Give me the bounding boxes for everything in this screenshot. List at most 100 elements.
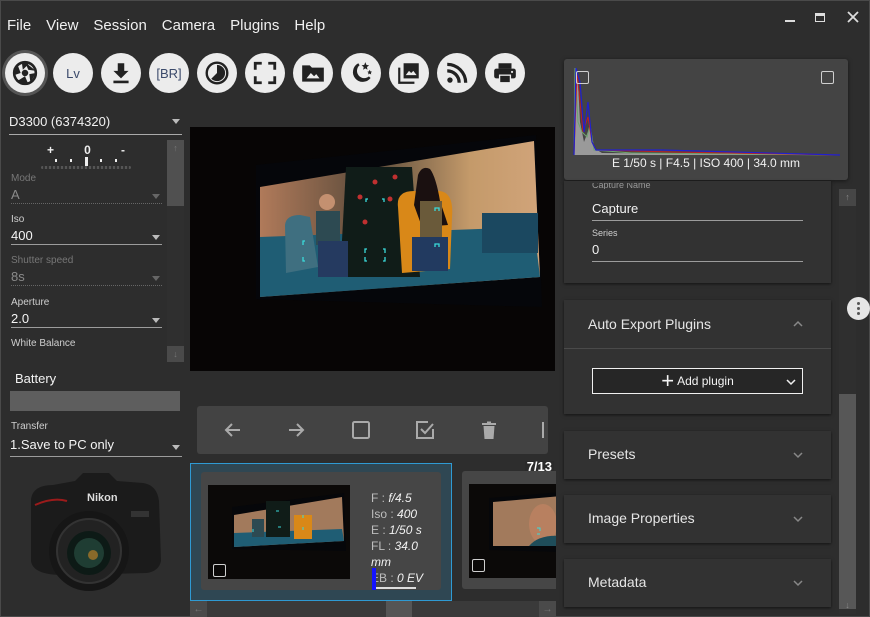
wireless-button[interactable] bbox=[437, 53, 477, 93]
close-button[interactable] bbox=[841, 7, 865, 27]
ev-plus-label: + bbox=[47, 143, 55, 157]
properties-scrollbar[interactable]: ↑ ↓ bbox=[167, 140, 184, 362]
metadata-panel[interactable]: Metadata bbox=[564, 559, 831, 607]
series-field[interactable]: Series 0 bbox=[592, 228, 803, 262]
select-button[interactable] bbox=[413, 418, 437, 442]
plus-icon: + bbox=[661, 368, 675, 393]
printer-icon bbox=[494, 63, 516, 84]
fullscreen-button[interactable] bbox=[245, 53, 285, 93]
scroll-up-icon[interactable]: ↑ bbox=[167, 140, 184, 156]
moon-stars-icon bbox=[352, 62, 373, 82]
live-view-button[interactable]: Lv bbox=[53, 53, 93, 93]
thumbnail-checkbox[interactable] bbox=[213, 564, 226, 577]
close-icon bbox=[847, 11, 859, 23]
iso-value: 400 bbox=[397, 507, 418, 521]
minimize-button[interactable] bbox=[778, 7, 802, 27]
image-properties-panel[interactable]: Image Properties bbox=[564, 495, 831, 543]
aperture-value: 2.0 bbox=[11, 311, 30, 326]
iso-select[interactable]: Iso 400 bbox=[11, 214, 162, 245]
thumbnail-card[interactable]: F : f/4.5 Iso : 400 E : 1/50 s FL : 34.0… bbox=[201, 472, 441, 590]
download-button[interactable] bbox=[101, 53, 141, 93]
thumbnail-scrollbar[interactable]: ← → bbox=[190, 601, 556, 617]
thumbnail-image bbox=[208, 485, 350, 579]
trash-icon bbox=[482, 421, 496, 439]
scrollbar-thumb[interactable] bbox=[386, 601, 412, 617]
add-plugin-label: Add plugin bbox=[677, 374, 734, 388]
gallery-button[interactable] bbox=[389, 53, 429, 93]
next-button[interactable] bbox=[284, 418, 308, 442]
presets-panel[interactable]: Presets bbox=[564, 431, 831, 479]
print-button[interactable] bbox=[485, 53, 525, 93]
image-properties-title: Image Properties bbox=[588, 510, 695, 526]
scroll-left-icon[interactable]: ← bbox=[190, 601, 207, 617]
auto-export-title[interactable]: Auto Export Plugins bbox=[588, 316, 711, 332]
download-icon bbox=[113, 63, 129, 84]
histogram-right-checkbox[interactable] bbox=[821, 71, 834, 84]
transfer-select[interactable]: 1.Save to PC only bbox=[10, 435, 182, 457]
chevron-down-icon bbox=[152, 276, 160, 281]
add-plugin-button[interactable]: + Add plugin bbox=[592, 368, 803, 394]
aperture-label: Aperture bbox=[11, 297, 50, 308]
open-folder-button[interactable] bbox=[293, 53, 333, 93]
minimize-icon bbox=[785, 20, 795, 22]
delete-button[interactable] bbox=[477, 418, 501, 442]
transfer-label: Transfer bbox=[11, 421, 48, 432]
more-options-button[interactable] bbox=[847, 297, 870, 320]
thumbnail-checkbox[interactable] bbox=[472, 559, 485, 572]
menu-view[interactable]: View bbox=[46, 17, 78, 34]
live-preview-image bbox=[190, 127, 555, 371]
histogram-left-checkbox[interactable] bbox=[576, 71, 589, 84]
thumbnail-histogram bbox=[372, 568, 416, 590]
thumbnail-selected-frame[interactable]: F : f/4.5 Iso : 400 E : 1/50 s FL : 34.0… bbox=[190, 463, 452, 601]
camera-select[interactable]: D3300 (6374320) bbox=[9, 109, 182, 135]
menu-bar: File View Session Camera Plugins Help bbox=[7, 17, 325, 34]
capture-button[interactable] bbox=[5, 53, 45, 93]
aperture-value: f/4.5 bbox=[388, 491, 412, 505]
menu-plugins[interactable]: Plugins bbox=[230, 17, 279, 34]
bracketing-label: [BR] bbox=[156, 65, 182, 81]
maximize-button[interactable] bbox=[808, 7, 832, 27]
session-panel: Capture Name Capture Series 0 bbox=[564, 181, 831, 283]
astro-button[interactable] bbox=[341, 53, 381, 93]
unselect-button[interactable] bbox=[349, 418, 373, 442]
fullscreen-icon bbox=[253, 61, 277, 85]
series-input[interactable]: 0 bbox=[592, 240, 803, 262]
exposure-scale: + 0 - bbox=[41, 143, 131, 169]
image-nav-toolbar bbox=[197, 406, 548, 454]
white-balance-label: White Balance bbox=[11, 338, 76, 349]
ev-scale-bar bbox=[41, 166, 131, 169]
svg-text:Nikon: Nikon bbox=[87, 492, 118, 504]
previous-button[interactable] bbox=[221, 418, 245, 442]
menu-help[interactable]: Help bbox=[294, 17, 325, 34]
capture-name-field[interactable]: Capture Name Capture bbox=[592, 183, 803, 221]
menu-file[interactable]: File bbox=[7, 17, 31, 34]
aperture-select[interactable]: Aperture 2.0 bbox=[11, 297, 162, 328]
chevron-down-icon[interactable] bbox=[793, 578, 803, 588]
capture-name-input[interactable]: Capture bbox=[592, 199, 803, 221]
chevron-down-icon bbox=[172, 445, 180, 450]
bracketing-button[interactable]: [BR] bbox=[149, 53, 189, 93]
chevron-down-icon[interactable] bbox=[793, 514, 803, 524]
scroll-down-icon[interactable]: ↓ bbox=[839, 597, 856, 614]
menu-camera[interactable]: Camera bbox=[162, 17, 215, 34]
chevron-up-icon[interactable] bbox=[793, 319, 803, 329]
photo-library-icon bbox=[398, 63, 419, 84]
scrollbar-thumb[interactable] bbox=[839, 394, 856, 609]
right-panel-scrollbar[interactable]: ↑ ↓ bbox=[839, 189, 856, 614]
chevron-down-icon[interactable] bbox=[793, 450, 803, 460]
thumbnail-card[interactable] bbox=[462, 471, 556, 589]
camera-image: Nikon bbox=[31, 473, 161, 591]
scroll-up-icon[interactable]: ↑ bbox=[839, 189, 856, 206]
menu-session[interactable]: Session bbox=[93, 17, 146, 34]
auto-export-panel: Auto Export Plugins + Add plugin bbox=[564, 300, 831, 414]
chevron-down-icon bbox=[152, 318, 160, 323]
shutter-speed-value: 8s bbox=[11, 269, 25, 284]
live-view-label: Lv bbox=[66, 65, 80, 81]
mode-label: Mode bbox=[11, 173, 37, 184]
timelapse-button[interactable] bbox=[197, 53, 237, 93]
scroll-down-icon[interactable]: ↓ bbox=[167, 346, 184, 362]
iso-label: Iso bbox=[11, 214, 25, 225]
mode-select[interactable]: Mode A bbox=[11, 173, 162, 204]
shutter-speed-select[interactable]: Shutter speed 8s bbox=[11, 255, 162, 286]
scroll-right-icon[interactable]: → bbox=[539, 601, 556, 617]
